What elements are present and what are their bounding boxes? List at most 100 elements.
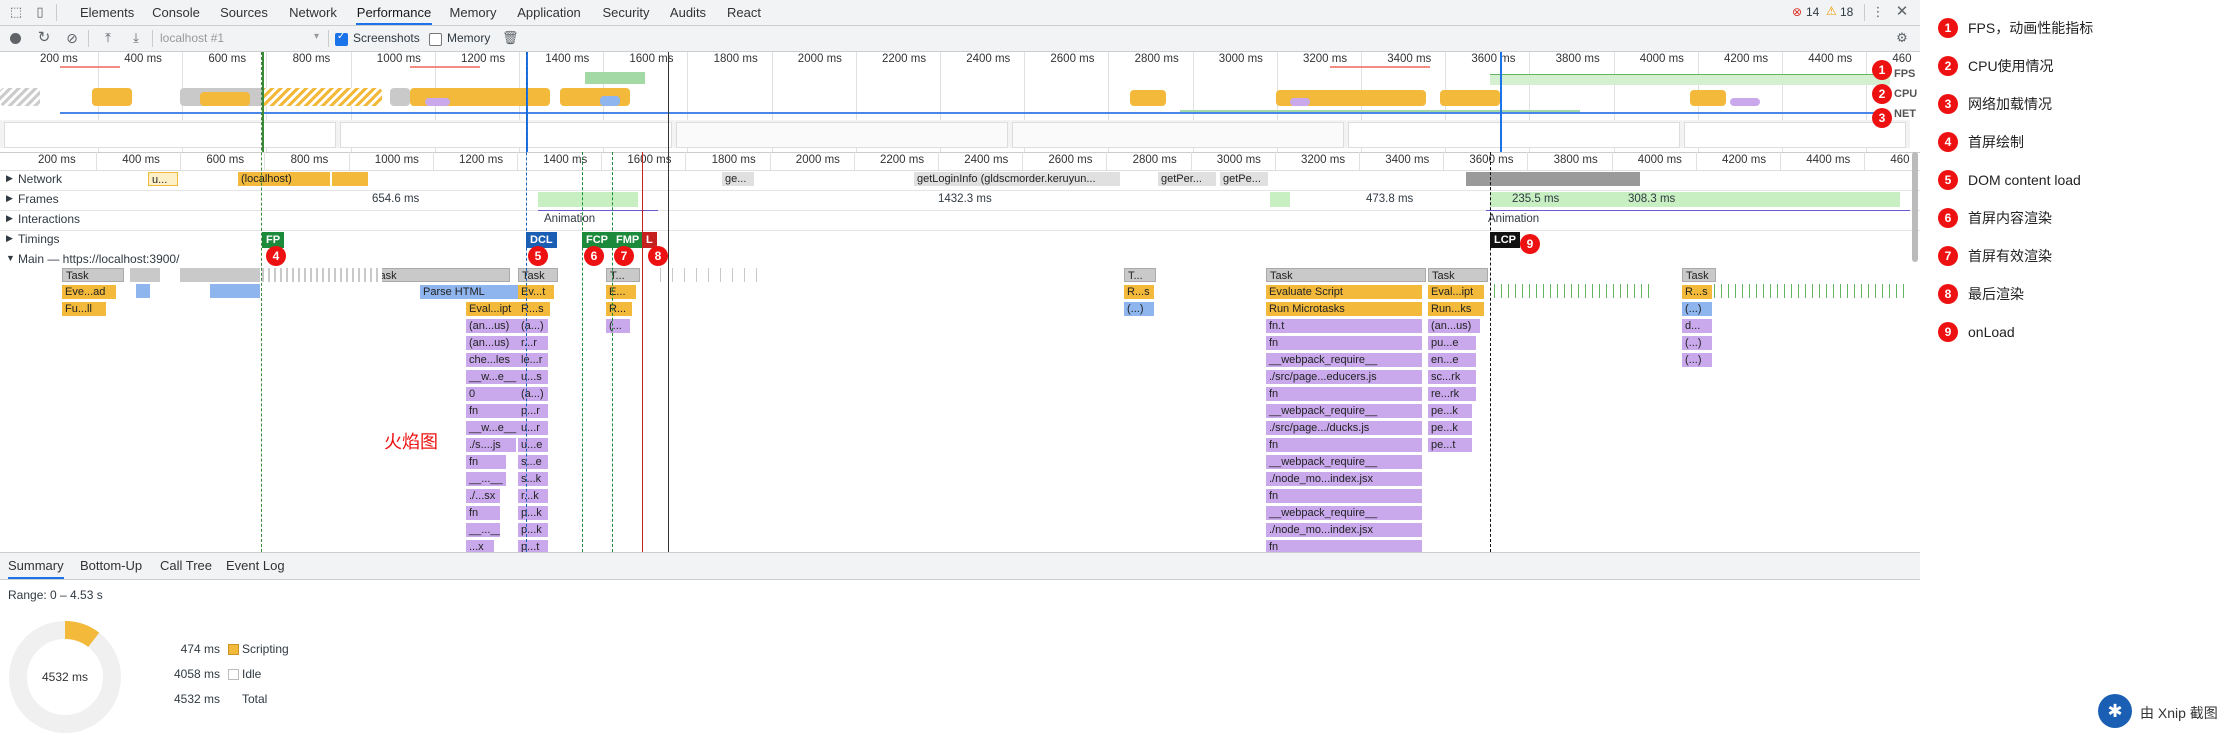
flame-frame[interactable]: __webpack_require__	[1266, 455, 1422, 469]
network-request[interactable]: (localhost)	[238, 172, 330, 186]
flame-frame[interactable]: p...k	[518, 506, 548, 520]
download-icon[interactable]: ⤓	[128, 30, 144, 46]
flame-frame[interactable]: fn	[1266, 540, 1422, 552]
network-request[interactable]: getPe...	[1220, 172, 1268, 186]
flame-frame[interactable]: __...__	[466, 472, 506, 486]
flame-frame[interactable]: s...k	[518, 472, 548, 486]
expand-arrow-icon[interactable]: ▶	[6, 233, 13, 244]
flame-frame[interactable]: fn	[1266, 438, 1422, 452]
flame-frame[interactable]: (...	[606, 319, 630, 333]
trash-icon[interactable]: 🗑	[502, 30, 519, 46]
flame-frame[interactable]: en...e	[1428, 353, 1476, 367]
animation-block[interactable]	[1486, 210, 1910, 229]
flame-frame[interactable]: u...e	[518, 438, 548, 452]
flame-frame[interactable]: pe...t	[1428, 438, 1472, 452]
tab-call-tree[interactable]: Call Tree	[160, 553, 212, 579]
flame-frame[interactable]: fn	[1266, 336, 1422, 350]
frame-block[interactable]	[538, 192, 638, 207]
flame-frame[interactable]: Run...ks	[1428, 302, 1484, 316]
device-toggle-icon[interactable]: ▯	[32, 4, 48, 20]
tab-summary[interactable]: Summary	[8, 553, 64, 579]
network-request[interactable]	[332, 172, 368, 186]
flame-chart[interactable]: Task Eve...ad Fu...ll Task Parse HTML Eval...…	[0, 268, 1910, 552]
flame-frame[interactable]: fn	[1266, 387, 1422, 401]
network-request[interactable]: u...	[148, 172, 178, 186]
flame-frame[interactable]: E...	[606, 285, 636, 299]
error-icon[interactable]: ⊗	[1792, 5, 1802, 19]
selection-handle[interactable]	[1500, 52, 1502, 152]
timings-track[interactable]: ▶ Timings FP DCL FCP FMP L LCP	[0, 230, 1920, 250]
flame-frame[interactable]: (a...)	[518, 319, 548, 333]
flame-frame[interactable]: fn	[466, 506, 500, 520]
tab-elements[interactable]: Elements	[80, 0, 134, 25]
flame-frame[interactable]: fn.t	[1266, 319, 1422, 333]
flame-frame[interactable]: (an...us)	[466, 319, 522, 333]
flame-frame[interactable]: (a...)	[518, 387, 548, 401]
flame-frame[interactable]: ./...sx	[466, 489, 500, 503]
flame-frame[interactable]: (an...us)	[1428, 319, 1480, 333]
flame-task[interactable]: Task	[62, 268, 124, 282]
flame-frame[interactable]: pe...k	[1428, 421, 1472, 435]
flame-frame[interactable]: ./src/page...educers.js	[1266, 370, 1422, 384]
flame-frame[interactable]: R...s	[1682, 285, 1712, 299]
flame-frame[interactable]: fn	[466, 455, 506, 469]
flame-frame[interactable]: r...k	[518, 489, 548, 503]
flame-frame[interactable]: Eve...ad	[62, 285, 116, 299]
flame-frame[interactable]: p...k	[518, 523, 548, 537]
flame-frame[interactable]: Parse HTML	[420, 285, 520, 299]
screenshots-checkbox[interactable]	[335, 31, 348, 46]
flame-frame[interactable]: R...	[606, 302, 632, 316]
inspect-icon[interactable]: ⬚	[8, 4, 24, 20]
upload-icon[interactable]: ⤒	[100, 30, 116, 46]
flame-frame[interactable]: (an...us)	[466, 336, 522, 350]
expand-arrow-icon[interactable]: ▶	[6, 213, 13, 224]
flame-frame[interactable]: Run Microtasks	[1266, 302, 1422, 316]
flame-frame[interactable]: ./node_mo...index.jsx	[1266, 523, 1422, 537]
flame-frame[interactable]: fn	[466, 404, 522, 418]
flame-frame[interactable]: ./node_mo...index.jsx	[1266, 472, 1422, 486]
expand-arrow-icon[interactable]: ▶	[6, 173, 13, 184]
flame-frame[interactable]: pu...e	[1428, 336, 1476, 350]
fmp-marker[interactable]: FMP	[612, 232, 644, 248]
selection-handle[interactable]	[262, 52, 264, 152]
clear-icon[interactable]: ⊘	[64, 30, 80, 46]
recording-select[interactable]: localhost #1	[160, 31, 224, 45]
tab-audits[interactable]: Audits	[668, 0, 708, 25]
tab-network[interactable]: Network	[286, 0, 340, 25]
warning-count[interactable]: 18	[1840, 5, 1853, 19]
flame-frame[interactable]: u...s	[518, 370, 548, 384]
frame-block[interactable]	[1270, 192, 1290, 207]
flame-frame[interactable]: pe...k	[1428, 404, 1472, 418]
flame-frame[interactable]: 0	[466, 387, 522, 401]
tab-event-log[interactable]: Event Log	[226, 553, 285, 579]
flame-task[interactable]: Task	[518, 268, 558, 282]
flame-frame[interactable]: Ev...t	[518, 285, 554, 299]
flame-frame[interactable]: ...x	[466, 540, 494, 552]
tab-react[interactable]: React	[724, 0, 764, 25]
interactions-track[interactable]: ▶ Interactions Animation Animation	[0, 210, 1920, 230]
flame-frame[interactable]: __webpack_require__	[1266, 353, 1422, 367]
flame-task[interactable]: Task	[370, 268, 510, 282]
network-request[interactable]: getLoginInfo (gldscmorder.keruyun...	[914, 172, 1120, 186]
tab-security[interactable]: Security	[600, 0, 652, 25]
flame-task[interactable]: Task	[1682, 268, 1716, 282]
error-count[interactable]: 14	[1806, 5, 1819, 19]
flame-frame[interactable]: che...les	[466, 353, 522, 367]
network-request[interactable]	[1466, 172, 1640, 186]
flame-frame[interactable]: p...t	[518, 540, 548, 552]
flame-frame[interactable]: Evaluate Script	[1266, 285, 1422, 299]
flame-frame[interactable]: ./src/page.../ducks.js	[1266, 421, 1422, 435]
lcp-marker[interactable]: LCP	[1490, 232, 1520, 248]
flame-frame[interactable]: __webpack_require__	[1266, 404, 1422, 418]
flame-frame[interactable]: fn	[1266, 489, 1422, 503]
more-options-icon[interactable]: ⋮	[1870, 4, 1886, 20]
flame-frame[interactable]: sc...rk	[1428, 370, 1476, 384]
flame-frame[interactable]: (...)	[1682, 302, 1712, 316]
reload-icon[interactable]: ↻	[36, 30, 52, 46]
network-request[interactable]: ge...	[722, 172, 754, 186]
flame-task[interactable]: T...	[1124, 268, 1156, 282]
network-track[interactable]: ▶ Network u... (localhost) ge... getLogi…	[0, 170, 1920, 190]
flame-frame[interactable]: (...)	[1682, 353, 1712, 367]
network-request[interactable]: getPer...	[1158, 172, 1216, 186]
tab-console[interactable]: Console	[150, 0, 202, 25]
